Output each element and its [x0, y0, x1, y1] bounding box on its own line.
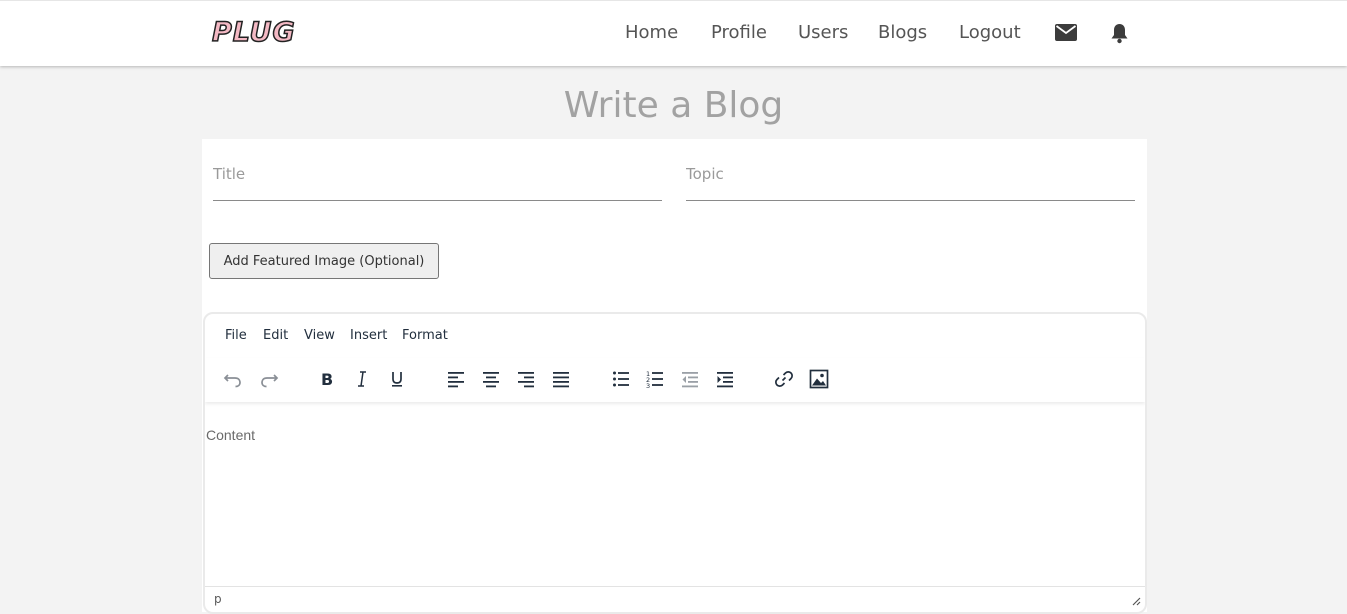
logo[interactable]: PLUG: [211, 16, 296, 49]
page-title: Write a Blog: [563, 85, 784, 126]
nav-link-home[interactable]: Home: [625, 21, 678, 45]
bullet-list-icon[interactable]: [607, 365, 635, 393]
link-icon[interactable]: [770, 365, 798, 393]
align-right-icon[interactable]: [512, 365, 540, 393]
menu-insert[interactable]: Insert: [350, 328, 387, 344]
svg-text:B: B: [321, 370, 333, 389]
editor-content-area[interactable]: Content: [205, 408, 1145, 586]
italic-icon[interactable]: [348, 365, 376, 393]
menu-view[interactable]: View: [304, 328, 335, 344]
title-input[interactable]: [213, 165, 662, 183]
title-field: [213, 159, 662, 201]
image-icon[interactable]: [805, 365, 833, 393]
topic-input[interactable]: [686, 165, 1135, 183]
align-center-icon[interactable]: [477, 365, 505, 393]
nav-link-profile[interactable]: Profile: [711, 21, 767, 45]
indent-icon[interactable]: [711, 365, 739, 393]
menu-edit[interactable]: Edit: [263, 328, 288, 344]
bell-icon[interactable]: [1111, 23, 1128, 48]
editor-toolbar: [205, 358, 1145, 402]
redo-icon[interactable]: [255, 365, 283, 393]
editor-statusbar: p: [205, 586, 1145, 612]
align-left-icon[interactable]: [442, 365, 470, 393]
nav-link-blogs[interactable]: Blogs: [878, 21, 927, 45]
rich-text-editor: File Edit View Insert Format B 1 2 3 Con…: [203, 312, 1147, 614]
mail-icon[interactable]: [1055, 24, 1077, 45]
navbar: PLUG Home Profile Users Blogs Logout: [0, 0, 1347, 66]
nav-link-users[interactable]: Users: [798, 21, 848, 45]
undo-icon[interactable]: [219, 365, 247, 393]
add-featured-image-button[interactable]: Add Featured Image (Optional): [209, 243, 439, 279]
blog-form: Add Featured Image (Optional) File Edit …: [202, 139, 1147, 614]
content-placeholder: Content: [206, 427, 256, 443]
underline-icon[interactable]: [383, 365, 411, 393]
nav-link-logout[interactable]: Logout: [959, 21, 1021, 45]
bold-icon[interactable]: B: [313, 365, 341, 393]
topic-field: [686, 159, 1135, 201]
outdent-icon[interactable]: [676, 365, 704, 393]
menu-format[interactable]: Format: [402, 328, 448, 344]
resize-handle-icon[interactable]: [1131, 591, 1141, 610]
editor-menubar: File Edit View Insert Format: [205, 314, 1145, 358]
numbered-list-icon[interactable]: 123: [641, 365, 669, 393]
element-path[interactable]: p: [214, 592, 222, 606]
align-justify-icon[interactable]: [547, 365, 575, 393]
menu-file[interactable]: File: [225, 328, 247, 344]
svg-text:3: 3: [646, 382, 650, 389]
